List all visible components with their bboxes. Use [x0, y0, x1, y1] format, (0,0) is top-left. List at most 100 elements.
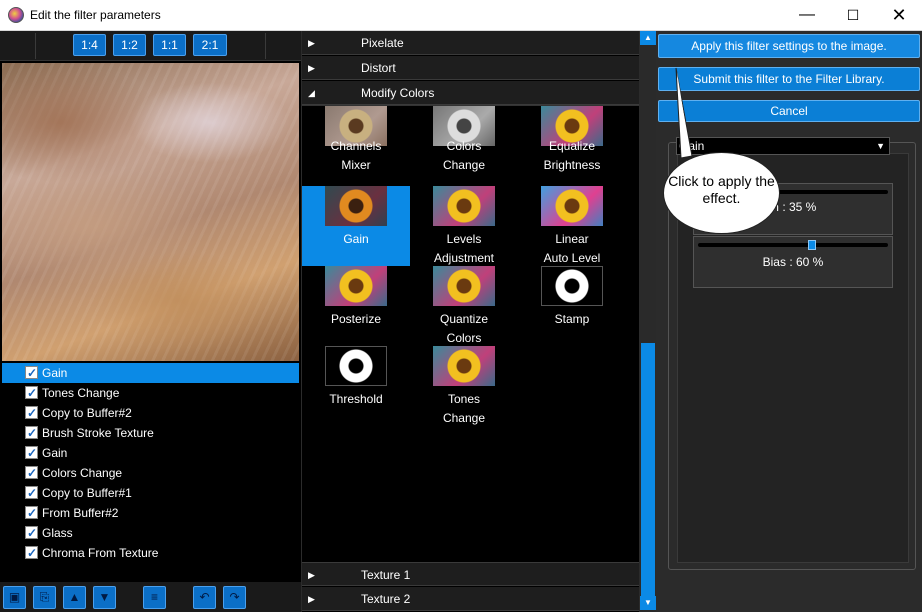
scroll-down-icon[interactable]: ▼: [640, 596, 656, 610]
zoom-1-2-button[interactable]: 1:2: [113, 34, 146, 56]
filter-tile[interactable]: Levels Adjustment: [410, 186, 518, 266]
enabled-checkbox[interactable]: [25, 543, 38, 563]
app-logo-icon: [8, 7, 24, 23]
filter-tile-label: Posterize: [330, 312, 382, 326]
minimize-button[interactable]: —: [784, 0, 830, 31]
scrollbar-thumb[interactable]: [641, 343, 655, 596]
filter-grid: Channels Mixer Colors Change Equalize Brig…: [302, 105, 639, 561]
enabled-checkbox[interactable]: [25, 363, 38, 383]
scroll-up-icon[interactable]: ▲: [640, 31, 656, 45]
zoom-1-4-button[interactable]: 1:4: [73, 34, 106, 56]
image-preview[interactable]: [2, 63, 299, 361]
filter-stack-item[interactable]: From Buffer#2: [2, 503, 299, 523]
filter-thumbnail: [433, 266, 495, 306]
enabled-checkbox[interactable]: [25, 443, 38, 463]
filter-stack-item[interactable]: Copy to Buffer#2: [2, 403, 299, 423]
filter-tile[interactable]: Threshold: [302, 346, 410, 426]
filter-stack-item[interactable]: Tones Change: [2, 383, 299, 403]
filter-thumbnail: [433, 186, 495, 226]
expand-arrow-icon: ▶: [308, 594, 315, 604]
menu-icon[interactable]: ≡: [143, 586, 166, 609]
category-texture-1[interactable]: ▶ Texture 1: [302, 562, 639, 586]
bias-slider-track[interactable]: [698, 240, 888, 250]
category-texture-2[interactable]: ▶ Texture 2: [302, 587, 639, 611]
paste-icon[interactable]: ⎘: [33, 586, 56, 609]
zoom-toolbar: 1:4 1:2 1:1 2:1: [0, 31, 301, 61]
expand-arrow-icon: ▶: [308, 38, 315, 48]
toolbar-divider: [265, 33, 266, 59]
bias-slider-box: Bias : 60 %: [693, 236, 893, 288]
filter-thumbnail: [325, 186, 387, 226]
filter-tile-label: Gain: [343, 232, 369, 246]
maximize-button[interactable]: ☐: [830, 0, 876, 31]
filter-stack-item[interactable]: Glass: [2, 523, 299, 543]
filter-stack-item[interactable]: Gain: [2, 443, 299, 463]
filter-stack-label: Copy to Buffer#2: [42, 406, 132, 420]
filter-tile[interactable]: Tones Change: [410, 346, 518, 426]
cancel-button[interactable]: Cancel: [658, 100, 920, 122]
expand-arrow-icon: ▶: [308, 63, 315, 73]
enabled-checkbox[interactable]: [25, 523, 38, 543]
enabled-checkbox[interactable]: [25, 423, 38, 443]
redo-icon[interactable]: ↷: [223, 586, 246, 609]
category-label: Texture 1: [361, 568, 411, 582]
bottom-toolbar: ▣ ⎘ ▲ ▼ ≡ ↶ ↷: [0, 582, 301, 612]
filter-stack-label: Tones Change: [42, 386, 120, 400]
callout-text: Click to apply the effect.: [668, 173, 775, 206]
filter-tile[interactable]: Linear Auto Level: [518, 186, 626, 266]
filter-stack-label: Brush Stroke Texture: [42, 426, 154, 440]
filter-stack-label: Colors Change: [42, 466, 123, 480]
zoom-2-1-button[interactable]: 2:1: [193, 34, 227, 56]
category-distort[interactable]: ▶ Distort: [302, 56, 639, 80]
apply-filter-button[interactable]: Apply this filter settings to the image.: [658, 34, 920, 58]
filter-tile[interactable]: Stamp: [518, 266, 626, 346]
filter-stack-label: Gain: [42, 366, 68, 380]
filter-tile[interactable]: Colors Change: [410, 86, 518, 186]
filter-thumbnail: [541, 186, 603, 226]
callout-bubble: Click to apply the effect.: [663, 152, 780, 234]
enabled-checkbox[interactable]: [25, 483, 38, 503]
filter-stack-item[interactable]: Copy to Buffer#1: [2, 483, 299, 503]
new-icon[interactable]: ▣: [3, 586, 26, 609]
filter-tile[interactable]: Equalize Brightness: [518, 86, 626, 186]
undo-icon[interactable]: ↶: [193, 586, 216, 609]
filter-stack-item[interactable]: Colors Change: [2, 463, 299, 483]
category-pixelate[interactable]: ▶ Pixelate: [302, 31, 639, 55]
move-up-icon[interactable]: ▲: [63, 586, 86, 609]
filter-tile-label: Threshold: [329, 392, 383, 406]
filter-stack-label: Chroma From Texture: [42, 546, 159, 560]
filter-tile-label: Quantize Colors: [439, 312, 489, 345]
enabled-checkbox[interactable]: [25, 503, 38, 523]
move-down-icon[interactable]: ▼: [93, 586, 116, 609]
bias-slider-knob[interactable]: [808, 240, 816, 250]
filter-stack-label: Glass: [42, 526, 73, 540]
category-label: Texture 2: [361, 592, 411, 606]
enabled-checkbox[interactable]: [25, 403, 38, 423]
expand-arrow-icon: ▶: [308, 570, 315, 580]
filter-thumbnail: [541, 266, 603, 306]
left-panel: 1:4 1:2 1:1 2:1 Gain Tones Change Copy to …: [0, 31, 301, 612]
filter-stack-item[interactable]: Gain: [2, 363, 299, 383]
enabled-checkbox[interactable]: [25, 383, 38, 403]
zoom-1-1-button[interactable]: 1:1: [153, 34, 186, 56]
close-button[interactable]: ✕: [876, 0, 922, 31]
filter-browser: ▶ Pixelate ▶ Distort ◢ Modify Colors Cha…: [302, 31, 639, 612]
filter-tile-label: Tones Change: [442, 392, 486, 425]
cancel-label: Cancel: [770, 104, 808, 118]
filter-tile[interactable]: Gain: [302, 186, 410, 266]
filter-tile[interactable]: Channels Mixer: [302, 86, 410, 186]
filter-tile[interactable]: Posterize: [302, 266, 410, 346]
enabled-checkbox[interactable]: [25, 463, 38, 483]
vertical-scrollbar[interactable]: ▲ ▼: [640, 31, 656, 612]
filter-stack-label: Gain: [42, 446, 68, 460]
filter-tile[interactable]: Quantize Colors: [410, 266, 518, 346]
filter-tile-label: Levels Adjustment: [433, 232, 495, 265]
preset-value: Gain: [679, 139, 705, 153]
window-title: Edit the filter parameters: [30, 8, 161, 22]
category-label: Distort: [361, 61, 396, 75]
filter-stack-item[interactable]: Brush Stroke Texture: [2, 423, 299, 443]
chevron-down-icon: ▼: [876, 141, 885, 151]
filter-stack-item[interactable]: Chroma From Texture: [2, 543, 299, 563]
filter-stack-label: Copy to Buffer#1: [42, 486, 132, 500]
submit-filter-button[interactable]: Submit this filter to the Filter Library…: [658, 67, 920, 91]
